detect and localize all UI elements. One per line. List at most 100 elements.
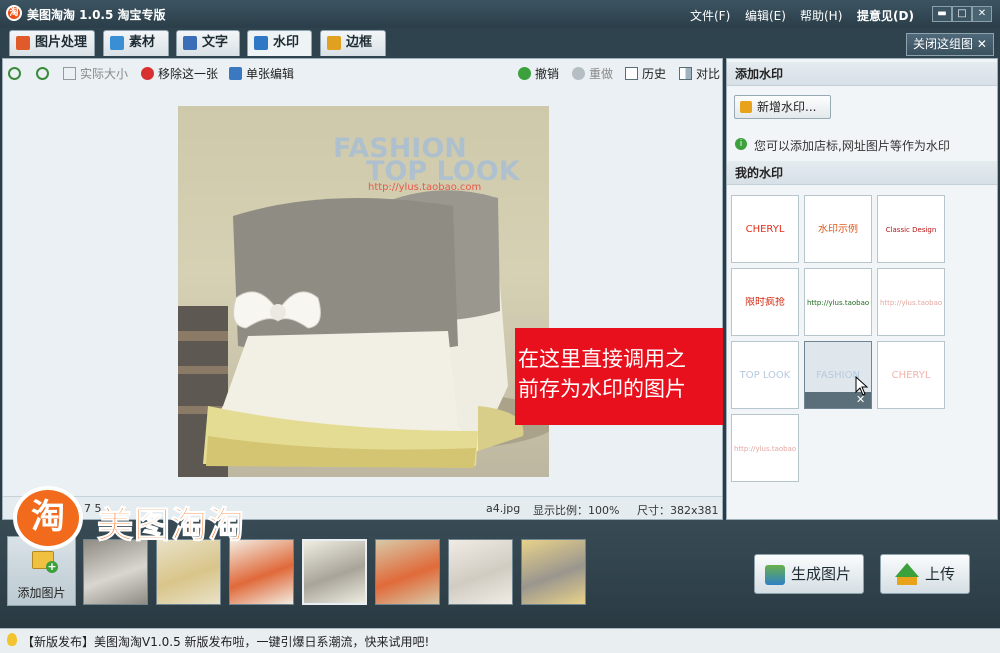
menu-feedback[interactable]: 提意见(D)	[857, 7, 914, 24]
watermark-text: CHERYL	[745, 224, 785, 235]
news-ticker[interactable]: 【新版发布】美图淘淘V1.0.5 新版发布啦，一键引爆日系潮流，快来试用吧!	[22, 633, 429, 650]
image-size: 尺寸：382x381	[637, 504, 719, 517]
undo-button[interactable]: 撤销	[518, 66, 559, 82]
watermark-item[interactable]: http://ylus.taobao.com	[877, 268, 945, 336]
menu-edit[interactable]: 编辑(E)	[745, 7, 786, 24]
single-edit-label: 单张编辑	[246, 67, 295, 81]
generate-label: 生成图片	[791, 565, 852, 583]
tab-label: 文字	[202, 35, 229, 50]
watermark-item[interactable]: 限时疯抢	[731, 268, 799, 336]
actual-size-icon	[63, 67, 76, 80]
upload-tray-icon	[897, 577, 917, 585]
thumbnail-1[interactable]	[83, 539, 148, 605]
add-image-label: 添加图片	[17, 586, 66, 600]
zoom-out-icon	[36, 67, 49, 80]
close-window-button[interactable]: ✕	[972, 6, 992, 22]
image-canvas[interactable]: FASHION TOP LOOK http://ylus.taobao.com	[178, 106, 549, 477]
close-group-label: 关闭这组图	[913, 37, 974, 51]
single-edit-button[interactable]: 单张编辑	[229, 66, 294, 82]
undo-label: 撤销	[535, 67, 560, 81]
watermark-text: TOP LOOK	[739, 370, 791, 381]
remove-label: 移除这一张	[158, 67, 219, 81]
tab-2[interactable]: 文字	[176, 30, 240, 56]
minimize-button[interactable]: ▬	[932, 6, 952, 22]
upload-arrow-icon	[895, 563, 919, 577]
add-watermark-button[interactable]: 新增水印...	[734, 95, 831, 119]
history-label: 历史	[642, 67, 667, 81]
close-icon: ✕	[976, 37, 987, 51]
tab-1[interactable]: 素材	[103, 30, 169, 56]
watermark-text: CHERYL	[891, 370, 931, 381]
callout-line-2: 前存为水印的图片	[518, 377, 686, 401]
redo-button[interactable]: 重做	[572, 66, 613, 82]
zoom-out-button[interactable]	[36, 66, 50, 82]
palette-icon	[16, 36, 30, 50]
thumbnail-7[interactable]	[521, 539, 586, 605]
undo-icon	[518, 67, 531, 80]
zoom-ratio: 显示比例：100%	[533, 504, 620, 517]
menu-file[interactable]: 文件(F)	[690, 7, 730, 24]
image-icon	[110, 36, 124, 50]
mouse-cursor-icon	[855, 376, 869, 396]
watermark-item[interactable]: CHERYL	[877, 341, 945, 409]
watermark-hint: 您可以添加店标,网址图片等作为水印	[754, 139, 950, 153]
actual-size-label: 实际大小	[80, 67, 129, 81]
tab-label: 素材	[129, 35, 156, 50]
thumbnail-4[interactable]	[302, 539, 367, 605]
plus-icon: +	[46, 560, 58, 573]
zoom-in-icon	[8, 67, 21, 80]
add-watermark-header: 添加水印	[727, 62, 997, 86]
watermark-item[interactable]: CHERYL	[731, 195, 799, 263]
history-icon	[625, 67, 638, 80]
close-group-button[interactable]: 关闭这组图 ✕	[906, 33, 994, 56]
watermark-text: 限时疯抢	[745, 297, 785, 308]
remove-icon	[141, 67, 154, 80]
history-button[interactable]: 历史	[625, 66, 666, 82]
actual-size-button[interactable]: 实际大小	[63, 66, 128, 82]
generate-image-button[interactable]: 生成图片	[754, 554, 864, 594]
redo-label: 重做	[589, 67, 614, 81]
frame-icon	[327, 36, 341, 50]
window-title: 美图淘淘 1.0.5 淘宝专版	[27, 8, 166, 22]
watermark-icon	[254, 36, 268, 50]
upload-button[interactable]: 上传	[880, 554, 970, 594]
zoom-in-button[interactable]	[8, 66, 22, 82]
watermark-text: http://ylus.taobao.com	[807, 299, 869, 307]
watermark-item[interactable]: 水印示例	[804, 195, 872, 263]
redo-icon	[572, 67, 585, 80]
thumbnail-6[interactable]	[448, 539, 513, 605]
tab-label: 边框	[346, 35, 373, 50]
maximize-button[interactable]: □	[952, 6, 972, 22]
add-watermark-label: 新增水印...	[757, 100, 817, 114]
text-a-icon	[183, 36, 197, 50]
compare-icon	[679, 67, 692, 80]
edit-icon	[229, 67, 242, 80]
brand-logo-icon: 淘	[13, 486, 83, 550]
thumbnail-5[interactable]	[375, 539, 440, 605]
remove-image-button[interactable]: 移除这一张	[141, 66, 218, 82]
generate-icon	[765, 565, 785, 585]
watermark-text: http://ylus.taobao.com	[734, 445, 796, 453]
thumbnail-2[interactable]	[156, 539, 221, 605]
menu-help[interactable]: 帮助(H)	[800, 7, 842, 24]
tab-label: 水印	[273, 35, 300, 50]
watermark-item[interactable]: Classic Design	[877, 195, 945, 263]
watermark-item[interactable]: TOP LOOK	[731, 341, 799, 409]
watermark-text: http://ylus.taobao.com	[880, 299, 942, 307]
file-name: a4.jpg	[486, 502, 521, 515]
my-watermark-header: 我的水印	[727, 161, 997, 185]
tab-label: 图片处理	[35, 35, 88, 50]
watermark-item[interactable]: http://ylus.taobao.com	[804, 268, 872, 336]
tab-4[interactable]: 边框	[320, 30, 386, 56]
tab-0[interactable]: 图片处理	[9, 30, 95, 56]
callout-line-1: 在这里直接调用之	[518, 347, 686, 371]
compare-button[interactable]: 对比	[679, 66, 720, 82]
upload-label: 上传	[925, 565, 956, 583]
add-watermark-icon	[740, 101, 752, 113]
thumbnail-3[interactable]	[229, 539, 294, 605]
callout-annotation: 在这里直接调用之 前存为水印的图片	[515, 328, 723, 425]
info-icon: i	[735, 138, 747, 150]
watermark-item[interactable]: http://ylus.taobao.com	[731, 414, 799, 482]
tab-3[interactable]: 水印	[247, 30, 312, 56]
app-logo-icon: 淘	[6, 5, 22, 21]
